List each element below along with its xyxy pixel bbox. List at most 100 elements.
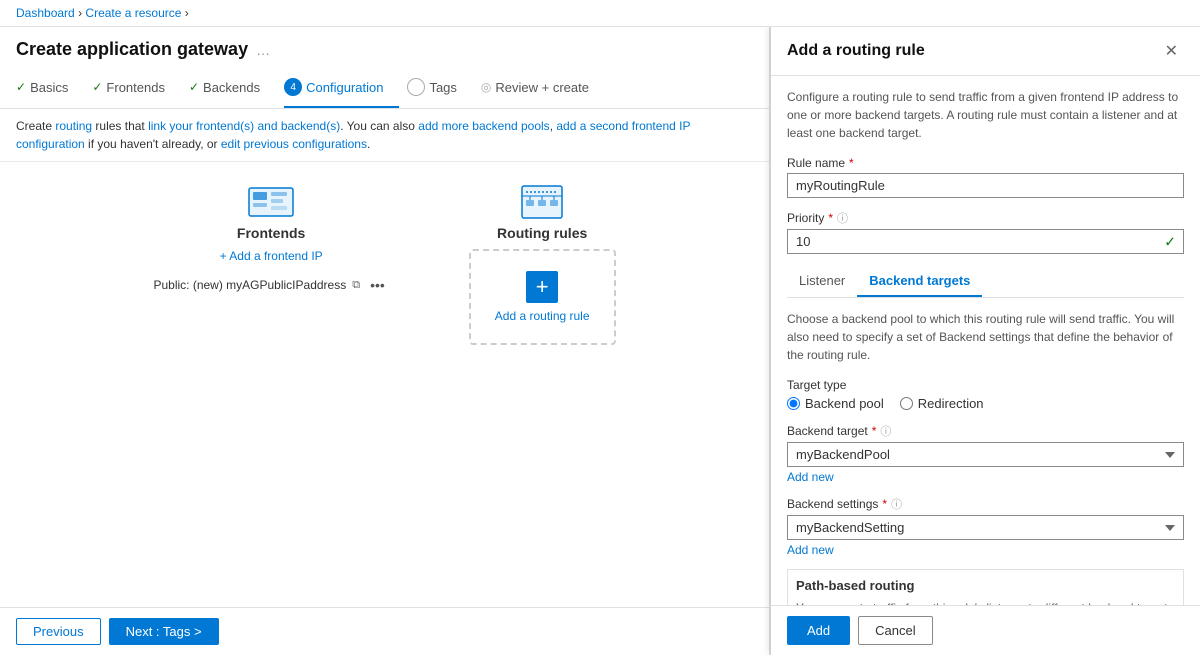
breadcrumb-create-resource[interactable]: Create a resource [85,6,181,20]
tab-backend-targets[interactable]: Backend targets [857,266,982,297]
add-routing-rule-box[interactable]: + Add a routing rule [469,249,616,345]
info-link-pool[interactable]: add more backend pools [418,119,549,133]
frontend-label: Public: (new) myAGPublicIPaddress [153,278,346,292]
routing-section: Routing rules + Add a routing rule [469,182,616,345]
rule-name-input[interactable] [787,173,1184,198]
side-panel-title: Add a routing rule [787,42,925,60]
step-frontends-check: ✓ [92,80,102,94]
routing-title: Routing rules [497,225,587,241]
backend-target-label: Backend target * ⓘ [787,423,1184,439]
frontend-item: Public: (new) myAGPublicIPaddress ⧉ ••• [153,275,388,295]
routing-plus-btn[interactable]: + [526,271,558,303]
backend-target-info-icon[interactable]: ⓘ [880,423,891,439]
panel-description: Configure a routing rule to send traffic… [787,88,1184,142]
info-routing-link[interactable]: routing [55,119,92,133]
backend-target-required: * [872,424,877,438]
step-tags-circle [407,78,425,96]
cancel-button[interactable]: Cancel [858,616,932,645]
target-type-radio-group: Backend pool Redirection [787,396,1184,411]
priority-input[interactable] [787,229,1184,254]
breadcrumb-dashboard[interactable]: Dashboard [16,6,75,20]
backend-settings-label: Backend settings * ⓘ [787,496,1184,512]
routing-box-label: Add a routing rule [495,309,590,323]
add-button[interactable]: Add [787,616,850,645]
priority-label: Priority * ⓘ [787,210,1184,226]
backend-settings-add-new[interactable]: Add new [787,543,1184,557]
step-basics-check: ✓ [16,80,26,94]
backend-settings-info-icon[interactable]: ⓘ [891,496,902,512]
info-text: Create routing rules that link your fron… [0,109,769,162]
radio-redirection-input[interactable] [900,397,913,410]
frontends-section: Frontends + Add a frontend IP Public: (n… [153,182,388,295]
info-link-edit[interactable]: edit previous configurations [221,137,367,151]
priority-input-wrapper: ✓ [787,229,1184,254]
step-configuration[interactable]: 4 Configuration [284,68,399,108]
path-routing-section: Path-based routing You can route traffic… [787,569,1184,605]
add-frontend-link[interactable]: + Add a frontend IP [220,249,323,263]
info-link-frontend[interactable]: link your frontend(s) and backend(s) [148,119,340,133]
priority-required: * [828,211,833,225]
step-basics-label: Basics [30,80,68,95]
radio-backend-pool-input[interactable] [787,397,800,410]
backend-targets-desc: Choose a backend pool to which this rout… [787,310,1184,364]
bottom-bar: Previous Next : Tags > [0,607,769,655]
backend-target-label-text: Backend target [787,424,868,438]
breadcrumb-sep2: › [185,6,189,20]
step-basics[interactable]: ✓ Basics [16,70,84,107]
step-tags-label: Tags [429,80,456,95]
frontend-copy-icon: ⧉ [352,279,360,292]
priority-label-text: Priority [787,211,824,225]
step-frontends[interactable]: ✓ Frontends [92,70,181,107]
routing-icon [518,182,566,225]
side-panel: Add a routing rule ✕ Configure a routing… [770,27,1200,655]
side-panel-header: Add a routing rule ✕ [771,27,1200,76]
step-backends-label: Backends [203,80,260,95]
step-frontends-label: Frontends [106,80,165,95]
frontends-icon [247,182,295,225]
step-configuration-label: Configuration [306,80,383,95]
rule-name-label-text: Rule name [787,156,845,170]
priority-check-icon: ✓ [1164,233,1176,250]
radio-backend-pool-label: Backend pool [805,396,884,411]
side-panel-close-button[interactable]: ✕ [1159,39,1184,63]
steps-nav: ✓ Basics ✓ Frontends ✓ Backends 4 Config… [0,68,769,109]
backend-settings-group: Backend settings * ⓘ myBackendSetting Ad… [787,496,1184,557]
next-button[interactable]: Next : Tags > [109,618,219,645]
step-backends-check: ✓ [189,80,199,94]
rule-name-group: Rule name * [787,156,1184,198]
rule-name-required: * [849,156,854,170]
config-content: Frontends + Add a frontend IP Public: (n… [0,162,769,607]
breadcrumb: Dashboard › Create a resource › [0,0,1200,27]
backend-target-group: Backend target * ⓘ myBackendPool Add new [787,423,1184,484]
backend-settings-select[interactable]: myBackendSetting [787,515,1184,540]
panel-footer: Add Cancel [771,605,1200,655]
step-review[interactable]: ◎ Review + create [481,70,605,107]
radio-backend-pool[interactable]: Backend pool [787,396,884,411]
radio-redirection[interactable]: Redirection [900,396,984,411]
tab-listener[interactable]: Listener [787,266,857,297]
radio-redirection-label: Redirection [918,396,984,411]
page-header: Create application gateway … [0,27,769,68]
target-type-label: Target type [787,378,1184,392]
target-type-group: Target type Backend pool Redirection [787,378,1184,411]
target-type-label-text: Target type [787,378,846,392]
priority-info-icon[interactable]: ⓘ [837,210,848,226]
frontend-ellipsis-btn[interactable]: ••• [366,275,389,295]
side-panel-body: Configure a routing rule to send traffic… [771,76,1200,605]
prev-button[interactable]: Previous [16,618,101,645]
backend-target-select[interactable]: myBackendPool [787,442,1184,467]
step-review-label: Review + create [495,80,589,95]
tab-backend-targets-label: Backend targets [869,273,970,288]
step-tags[interactable]: Tags [407,68,472,108]
priority-group: Priority * ⓘ ✓ [787,210,1184,254]
rule-name-label: Rule name * [787,156,1184,170]
step-review-icon: ◎ [481,80,491,94]
backend-target-add-new[interactable]: Add new [787,470,1184,484]
frontends-title: Frontends [237,225,305,241]
step-configuration-num: 4 [284,78,302,96]
page-subtitle-icon[interactable]: … [256,42,270,58]
backend-settings-label-text: Backend settings [787,497,878,511]
page-title: Create application gateway [16,39,248,60]
step-backends[interactable]: ✓ Backends [189,70,276,107]
tab-listener-label: Listener [799,273,845,288]
